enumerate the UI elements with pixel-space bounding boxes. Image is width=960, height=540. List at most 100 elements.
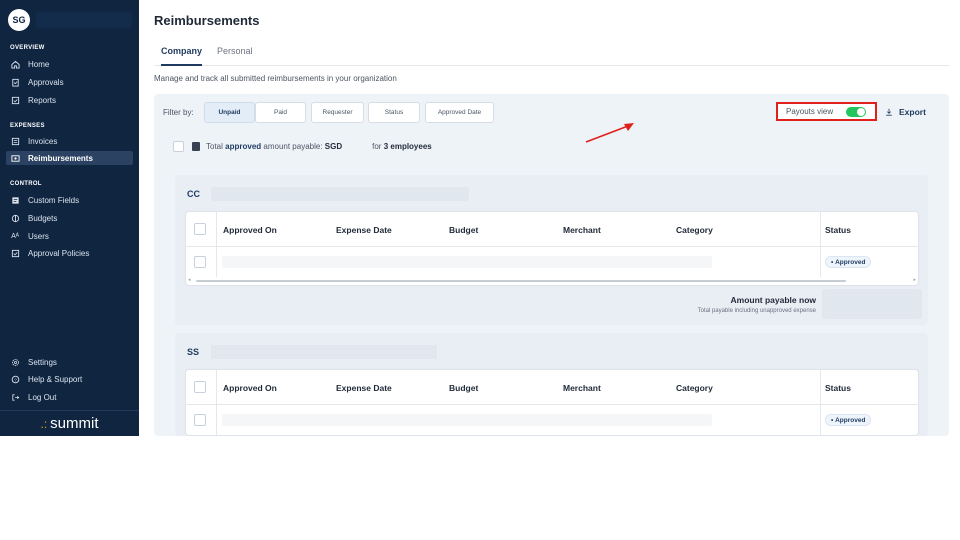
employee-group-card: SS Approved On Expense Date Budget Merch… [175, 333, 928, 436]
col-expense-date[interactable]: Expense Date [336, 225, 392, 235]
logo-dots-icon: .: [40, 416, 48, 431]
filter-unpaid[interactable]: Unpaid [204, 102, 255, 123]
export-button[interactable]: Export [885, 107, 926, 117]
row-details-placeholder [222, 256, 712, 268]
row-checkbox[interactable] [194, 256, 206, 268]
total-prefix: Total [206, 142, 223, 151]
section-expenses: EXPENSES [10, 123, 45, 129]
col-category[interactable]: Category [676, 383, 713, 393]
col-expense-date[interactable]: Expense Date [336, 383, 392, 393]
sidebar-item-invoices[interactable]: Invoices [6, 134, 133, 148]
total-for: for [372, 142, 382, 151]
tab-personal[interactable]: Personal [217, 46, 253, 66]
section-overview: OVERVIEW [10, 45, 45, 51]
filter-requester[interactable]: Requester [311, 102, 364, 123]
total-employees: 3 employees [383, 142, 432, 151]
checkbox-icon [10, 95, 20, 105]
horizontal-scrollbar[interactable]: ◂ ▸ [186, 277, 918, 285]
status-badge: • Approved [825, 414, 872, 426]
scroll-left-icon[interactable]: ◂ [188, 277, 191, 283]
toggle-switch[interactable] [846, 107, 866, 117]
invoice-icon [10, 136, 20, 146]
svg-text:?: ? [14, 377, 17, 382]
users-icon: Aᴬ [11, 232, 19, 240]
sidebar-item-reimbursements[interactable]: Reimbursements [6, 151, 133, 165]
total-currency: SGD [324, 142, 343, 151]
export-label: Export [899, 107, 926, 117]
app-window: SG OVERVIEW Home Approvals Reports EXPEN… [0, 0, 960, 436]
sidebar-item-label: Log Out [28, 392, 57, 402]
col-merchant[interactable]: Merchant [563, 383, 601, 393]
tab-company[interactable]: Company [161, 46, 203, 66]
col-status[interactable]: Status [825, 383, 851, 393]
summit-logo: .: summit [0, 410, 139, 436]
expense-table: Approved On Expense Date Budget Merchant… [185, 369, 919, 436]
scroll-right-icon[interactable]: ▸ [913, 277, 916, 283]
section-control: CONTROL [10, 181, 42, 187]
table-row[interactable]: • Approved [186, 247, 918, 277]
col-approved-on[interactable]: Approved On [223, 383, 277, 393]
sidebar-item-home[interactable]: Home [6, 57, 133, 71]
col-budget[interactable]: Budget [449, 383, 478, 393]
filter-approved-date[interactable]: Approved Date [425, 102, 494, 123]
table-header: Approved On Expense Date Budget Merchant… [186, 212, 918, 247]
row-checkbox[interactable] [194, 414, 206, 426]
employee-group-card: CC Approved On Expense Date Budget Merch… [175, 175, 928, 325]
sidebar-item-approvals[interactable]: Approvals [6, 75, 133, 89]
scroll-thumb[interactable] [196, 280, 846, 282]
amount-payable-subtitle: Total payable including unapproved expen… [697, 308, 816, 314]
page-title: Reimbursements [154, 13, 260, 28]
sidebar-item-reports[interactable]: Reports [6, 93, 133, 107]
toggle-knob [857, 108, 865, 116]
header-checkbox[interactable] [194, 223, 206, 235]
sidebar-item-log-out[interactable]: Log Out [6, 390, 133, 404]
sidebar-item-label: Users [28, 231, 49, 241]
sidebar-item-label: Approvals [28, 77, 64, 87]
page-subtitle: Manage and track all submitted reimburse… [154, 74, 397, 83]
sidebar-item-help-support[interactable]: ? Help & Support [6, 372, 133, 386]
col-category[interactable]: Category [676, 225, 713, 235]
total-payable-row: Total approved amount payable: SGD for 3… [173, 141, 432, 152]
header-checkbox[interactable] [194, 381, 206, 393]
row-details-placeholder [222, 414, 712, 426]
filter-status[interactable]: Status [368, 102, 420, 123]
table-row[interactable]: • Approved [186, 405, 918, 435]
reimbursement-icon [10, 153, 20, 163]
tab-bar: Company Personal [154, 42, 949, 66]
amount-value-placeholder [822, 289, 922, 319]
payouts-view-label: Payouts view [786, 107, 834, 116]
help-icon: ? [10, 374, 20, 384]
sidebar-item-budgets[interactable]: Budgets [6, 211, 133, 225]
policy-icon [10, 248, 20, 258]
avatar[interactable]: SG [8, 9, 30, 31]
col-status[interactable]: Status [825, 225, 851, 235]
logo-text: summit [50, 415, 99, 432]
sidebar-item-custom-fields[interactable]: Custom Fields [6, 193, 133, 207]
sidebar-item-settings[interactable]: Settings [6, 355, 133, 369]
col-budget[interactable]: Budget [449, 225, 478, 235]
col-approved-on[interactable]: Approved On [223, 225, 277, 235]
col-merchant[interactable]: Merchant [563, 225, 601, 235]
sidebar-item-label: Budgets [28, 213, 58, 223]
group-name-placeholder [211, 187, 469, 201]
org-name-placeholder[interactable] [36, 12, 132, 28]
sidebar-item-label: Custom Fields [28, 195, 80, 205]
expense-table: Approved On Expense Date Budget Merchant… [185, 211, 919, 286]
sidebar-item-label: Reports [28, 95, 57, 105]
select-all-checkbox[interactable] [173, 141, 184, 152]
budget-icon [10, 213, 20, 223]
sidebar-item-label: Help & Support [28, 374, 83, 384]
table-header: Approved On Expense Date Budget Merchant… [186, 370, 918, 405]
logout-icon [10, 392, 20, 402]
sidebar-item-label: Home [28, 59, 50, 69]
sidebar-item-approval-policies[interactable]: Approval Policies [6, 246, 133, 260]
document-icon [192, 142, 200, 151]
sidebar-item-label: Approval Policies [28, 248, 90, 258]
reimbursements-panel: Filter by: Unpaid Paid Requester Status … [154, 94, 949, 436]
payouts-view-toggle[interactable]: Payouts view [776, 102, 877, 121]
filter-paid[interactable]: Paid [255, 102, 306, 123]
amount-payable-title: Amount payable now [730, 295, 816, 305]
sidebar-item-users[interactable]: Aᴬ Users [6, 229, 133, 243]
group-code: SS [187, 347, 200, 357]
sidebar-item-label: Reimbursements [28, 153, 93, 163]
